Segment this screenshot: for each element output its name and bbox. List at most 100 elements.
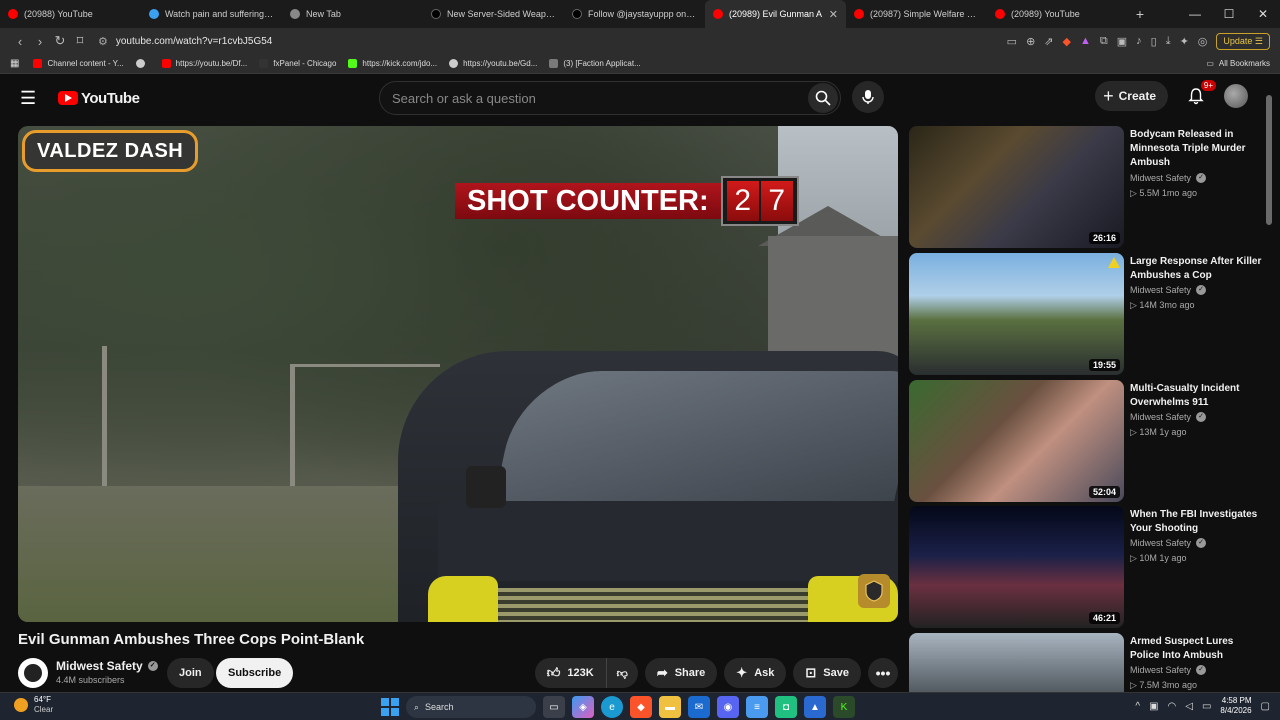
download-icon[interactable]: ⤓ xyxy=(1166,35,1171,48)
browser-tab-active[interactable]: (20989) Evil Gunman A ✕ xyxy=(705,0,846,28)
browser-tab[interactable]: New Tab xyxy=(282,0,423,28)
recommendation-item[interactable]: 46:21 When The FBI Investigates Your Sho… xyxy=(909,506,1264,628)
recommendation-item[interactable]: 52:04 Multi-Casualty Incident Overwhelms… xyxy=(909,380,1264,502)
notifications-icon[interactable]: ▢ xyxy=(1261,701,1270,712)
zoom-icon[interactable]: ⊕ xyxy=(1026,35,1035,48)
windows-start-icon[interactable] xyxy=(381,698,399,716)
back-icon[interactable]: ‹ xyxy=(10,34,30,49)
scrollbar-thumb[interactable] xyxy=(1266,95,1272,225)
task-view-icon[interactable]: ▭ xyxy=(543,696,565,718)
brave-shield-icon[interactable]: ◆ xyxy=(1063,35,1071,48)
recommendation-title[interactable]: Bodycam Released in Minnesota Triple Mur… xyxy=(1130,128,1262,170)
photos-icon[interactable]: ▲ xyxy=(804,696,826,718)
save-button[interactable]: ⊡ Save xyxy=(793,658,861,688)
all-bookmarks[interactable]: ▭ All Bookmarks xyxy=(1206,59,1270,68)
bookmark-icon[interactable]: ⌑ xyxy=(70,33,90,49)
menu-icon[interactable]: ☰ xyxy=(20,88,46,109)
video-thumbnail[interactable]: 52:04 xyxy=(909,380,1124,502)
recommendation-channel[interactable]: Midwest Safety ✓ xyxy=(1130,538,1207,548)
new-tab-icon[interactable]: + xyxy=(1128,6,1152,22)
recommendation-title[interactable]: Large Response After Killer Ambushes a C… xyxy=(1130,255,1262,283)
bookmark-item[interactable] xyxy=(135,59,150,68)
wifi-icon[interactable]: ◠ xyxy=(1168,701,1177,712)
more-actions-button[interactable]: ••• xyxy=(868,658,898,688)
apps-grid-icon[interactable]: ▦ xyxy=(10,58,19,69)
browser-tab[interactable]: New Server-Sided Weapon Ar xyxy=(423,0,564,28)
recommendation-channel[interactable]: Midwest Safety ✓ xyxy=(1130,173,1207,183)
music-icon[interactable]: ♪ xyxy=(1136,35,1142,47)
close-window-icon[interactable]: ✕ xyxy=(1246,7,1280,21)
channel-watermark-icon[interactable] xyxy=(858,574,890,608)
maximize-icon[interactable]: ☐ xyxy=(1212,7,1246,21)
bookmark-item[interactable]: https://youtu.be/Df... xyxy=(161,59,247,68)
weather-widget[interactable]: 64°F Clear xyxy=(14,695,53,715)
site-info-icon[interactable]: ⚙ xyxy=(98,35,108,48)
like-button[interactable]: 👍︎ 123K xyxy=(534,658,607,688)
browser-tab[interactable]: Watch pain and suffering | Str xyxy=(141,0,282,28)
video-player[interactable]: VALDEZ DASH SHOT COUNTER: 2 7 xyxy=(18,126,898,622)
minimize-icon[interactable]: — xyxy=(1178,7,1212,21)
recommendation-title[interactable]: When The FBI Investigates Your Shooting xyxy=(1130,508,1262,536)
recommendation-title[interactable]: Armed Suspect Lures Police Into Ambush xyxy=(1130,635,1262,663)
recommendation-item[interactable]: Armed Suspect Lures Police Into Ambush M… xyxy=(909,633,1264,692)
discord-icon[interactable]: ◉ xyxy=(717,696,739,718)
recommendation-title[interactable]: Multi-Casualty Incident Overwhelms 911 xyxy=(1130,382,1262,410)
bookmark-item[interactable]: https://youtu.be/Gd... xyxy=(449,59,537,68)
rewards-icon[interactable]: ▲ xyxy=(1080,35,1091,47)
cast-icon[interactable]: ▭ xyxy=(1007,35,1017,48)
notepad-icon[interactable]: ≡ xyxy=(746,696,768,718)
video-thumbnail[interactable]: 46:21 xyxy=(909,506,1124,628)
tray-overflow-icon[interactable]: ^ xyxy=(1135,701,1140,712)
notifications-button[interactable]: 9+ xyxy=(1184,80,1216,108)
leo-icon[interactable]: ✦ xyxy=(1180,35,1189,48)
battery-icon[interactable]: ▭ xyxy=(1202,701,1211,712)
bookmark-item[interactable]: Channel content - Y... xyxy=(33,59,124,68)
channel-name[interactable]: Midwest Safety ✓ xyxy=(56,659,158,673)
dislike-button[interactable]: 👎︎ xyxy=(606,658,638,688)
voice-search-button[interactable] xyxy=(852,81,884,113)
page-scrollbar[interactable] xyxy=(1266,75,1272,692)
update-button[interactable]: Update ☰ xyxy=(1216,32,1270,50)
tray-app-icon[interactable]: ▣ xyxy=(1149,701,1158,712)
sidebar-toggle-icon[interactable]: ▯ xyxy=(1151,35,1157,48)
app-icon[interactable]: K xyxy=(833,696,855,718)
share-button[interactable]: ➦ Share xyxy=(644,658,718,688)
mail-icon[interactable]: ✉ xyxy=(688,696,710,718)
reload-icon[interactable]: ↻ xyxy=(50,33,70,49)
file-explorer-icon[interactable]: ▬ xyxy=(659,696,681,718)
search-input[interactable] xyxy=(392,90,808,106)
video-thumbnail[interactable]: 19:55 xyxy=(909,253,1124,375)
ask-button[interactable]: ✦ Ask xyxy=(724,658,787,688)
video-thumbnail[interactable] xyxy=(909,633,1124,692)
youtube-logo[interactable]: YouTube xyxy=(58,90,140,107)
bookmark-item[interactable]: fxPanel - Chicago xyxy=(259,59,336,68)
account-avatar[interactable] xyxy=(1224,84,1248,108)
clock[interactable]: 4:58 PM 8/4/2026 xyxy=(1220,696,1251,716)
browser-tab[interactable]: Follow @jaystayuppp on Twit xyxy=(564,0,705,28)
recommendation-channel[interactable]: Midwest Safety ✓ xyxy=(1130,412,1207,422)
search-button[interactable] xyxy=(808,83,838,113)
forward-icon[interactable]: › xyxy=(30,34,50,49)
vpn-icon[interactable]: ◎ xyxy=(1198,35,1208,48)
channel-avatar[interactable] xyxy=(18,658,48,688)
bookmark-item[interactable]: (3) [Faction Applicat... xyxy=(549,59,641,68)
recommendation-item[interactable]: 26:16 Bodycam Released in Minnesota Trip… xyxy=(909,126,1264,248)
subscribe-button[interactable]: Subscribe xyxy=(216,658,294,688)
wallet-icon[interactable]: ▣ xyxy=(1117,35,1127,48)
video-thumbnail[interactable]: 26:16 xyxy=(909,126,1124,248)
app-icon[interactable]: ◘ xyxy=(775,696,797,718)
volume-icon[interactable]: ◁ xyxy=(1185,701,1193,712)
close-tab-icon[interactable]: ✕ xyxy=(829,8,838,21)
recommendation-channel[interactable]: Midwest Safety ✓ xyxy=(1130,665,1207,675)
copilot-icon[interactable]: ◈ xyxy=(572,696,594,718)
recommendation-item[interactable]: 19:55 Large Response After Killer Ambush… xyxy=(909,253,1264,375)
edge-icon[interactable]: e xyxy=(601,696,623,718)
recommendation-channel[interactable]: Midwest Safety ✓ xyxy=(1130,285,1207,295)
create-button[interactable]: + Create xyxy=(1095,81,1168,111)
brave-icon[interactable]: ◆ xyxy=(630,696,652,718)
extensions-icon[interactable]: ⧉ xyxy=(1100,35,1108,48)
address-bar[interactable]: ⚙ youtube.com/watch?v=r1cvbJ5G54 xyxy=(98,31,1007,51)
browser-tab[interactable]: (20987) Simple Welfare Check xyxy=(846,0,987,28)
browser-tab[interactable]: (20988) YouTube xyxy=(0,0,141,28)
bookmark-item[interactable]: https://kick.com/jdo... xyxy=(348,59,437,68)
